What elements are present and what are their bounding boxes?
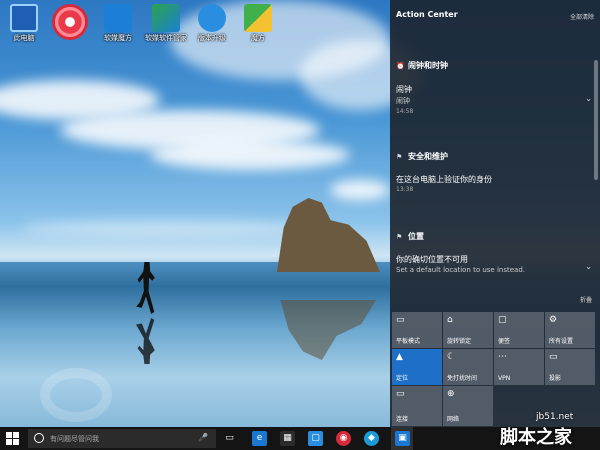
tile-label: 网络 bbox=[447, 416, 460, 423]
moon-icon: ☾ bbox=[447, 352, 456, 362]
notification-group-location[interactable]: ⚑ 位置 bbox=[396, 231, 424, 242]
desktop-icon-label: 魔方 bbox=[251, 34, 265, 42]
tile-tablet-mode[interactable]: ▭ 平板模式 bbox=[392, 312, 442, 348]
tablet-mode-icon: ▭ bbox=[396, 315, 405, 325]
group-header: 闹钟和时钟 bbox=[408, 61, 448, 70]
cloud bbox=[20, 220, 320, 236]
notification-group-security[interactable]: ⚑ 安全和维护 bbox=[396, 151, 448, 162]
tile-label: VPN bbox=[498, 375, 511, 382]
tile-label: 所有设置 bbox=[549, 338, 574, 345]
start-button[interactable] bbox=[6, 432, 20, 446]
flag-icon: ⚑ bbox=[396, 233, 403, 241]
group-header: 位置 bbox=[408, 232, 424, 241]
tile-label: 平板模式 bbox=[396, 338, 421, 345]
software-manager-icon bbox=[152, 4, 180, 32]
action-center-title: Action Center bbox=[396, 10, 458, 19]
tile-label: 连接 bbox=[396, 416, 409, 423]
notification-group-alarms[interactable]: ⏰ 闹钟和时钟 bbox=[396, 60, 448, 71]
tile-vpn[interactable]: ⋯ VPN bbox=[494, 349, 544, 385]
app-blue-icon[interactable]: ▢ bbox=[308, 431, 323, 446]
windows-logo-icon bbox=[13, 439, 19, 445]
notification-title[interactable]: 在这台电脑上验证你的身份 bbox=[396, 174, 492, 185]
store-icon[interactable]: ▦ bbox=[280, 431, 295, 446]
notification-subtitle: Set a default location to use instead. bbox=[396, 266, 525, 274]
rotation-lock-icon: ⌂ bbox=[447, 315, 453, 325]
desktop-icon-label: 此电脑 bbox=[13, 34, 35, 42]
win10-upgrade-icon bbox=[198, 4, 226, 32]
desktop-icon-label: 版本升级 bbox=[198, 34, 226, 42]
edge-icon[interactable]: e bbox=[252, 431, 267, 446]
tile-location[interactable]: ▲ 定位 bbox=[392, 349, 442, 385]
microphone-icon[interactable]: 🎤 bbox=[198, 433, 208, 442]
chevron-down-icon[interactable]: ⌄ bbox=[585, 94, 592, 103]
cloud bbox=[150, 140, 350, 170]
tile-all-settings[interactable]: ⚙ 所有设置 bbox=[545, 312, 595, 348]
group-header: 安全和维护 bbox=[408, 152, 448, 161]
flag-icon: ⚑ bbox=[396, 153, 403, 161]
tile-label: 定位 bbox=[396, 375, 409, 382]
tile-network[interactable]: ⊕ 网络 bbox=[443, 386, 493, 426]
collapse-link[interactable]: 折叠 bbox=[580, 295, 592, 304]
tile-label: 旋转锁定 bbox=[447, 338, 472, 345]
desktop-icon-windows-helper[interactable]: 软媒魔方 bbox=[94, 4, 142, 43]
scrollbar-thumb[interactable] bbox=[594, 60, 598, 180]
notification-title[interactable]: 你的确切位置不可用 bbox=[396, 254, 468, 265]
windows-logo-icon bbox=[13, 432, 19, 438]
red-circle-icon bbox=[52, 4, 88, 40]
cloud bbox=[330, 180, 390, 200]
action-center-app-icon[interactable]: ▣ bbox=[395, 431, 410, 446]
windows-helper-icon bbox=[104, 4, 132, 32]
tile-project[interactable]: ▭ 投影 bbox=[545, 349, 595, 385]
desktop-icon-app[interactable]: 魔方 bbox=[234, 4, 282, 43]
tile-quiet-hours[interactable]: ☾ 免打扰时间 bbox=[443, 349, 493, 385]
desktop-icon-win10-upgrade[interactable]: 版本升级 bbox=[188, 4, 236, 43]
app-icon bbox=[244, 4, 272, 32]
circle-watermark-icon bbox=[40, 368, 112, 422]
app-cyan-icon[interactable]: ◆ bbox=[364, 431, 379, 446]
desktop-icon-this-pc[interactable]: 此电脑 bbox=[0, 4, 48, 43]
tile-label: 免打扰时间 bbox=[447, 375, 478, 382]
watermark-url: jb51.net bbox=[536, 412, 574, 422]
gear-icon: ⚙ bbox=[549, 315, 558, 325]
rock-formation bbox=[276, 198, 380, 272]
task-view-icon[interactable]: ▭ bbox=[222, 431, 237, 446]
search-placeholder: 有问题尽管问我 bbox=[50, 435, 99, 443]
notification-subtitle: 闹钟 bbox=[396, 97, 410, 105]
note-icon: ▢ bbox=[498, 315, 507, 325]
tile-connect[interactable]: ▭ 连接 bbox=[392, 386, 442, 426]
desktop-icon-label: 软媒魔方 bbox=[104, 34, 132, 42]
notification-title[interactable]: 闹钟 bbox=[396, 84, 412, 95]
vpn-icon: ⋯ bbox=[498, 352, 507, 362]
clear-all-link[interactable]: 全部清除 bbox=[570, 12, 594, 21]
watermark-text: 脚本之家 bbox=[500, 427, 572, 448]
tile-label: 投影 bbox=[549, 375, 562, 382]
cortana-search-box[interactable]: 有问题尽管问我 🎤 bbox=[28, 429, 216, 448]
notification-time: 13:38 bbox=[396, 186, 414, 193]
notification-time: 14:58 bbox=[396, 108, 414, 115]
desktop-icon-software-manager[interactable]: 软媒软件管家 bbox=[142, 4, 190, 43]
project-icon: ▭ bbox=[549, 352, 558, 362]
connect-icon: ▭ bbox=[396, 389, 405, 399]
app-red-icon[interactable]: ◉ bbox=[336, 431, 351, 446]
chevron-down-icon[interactable]: ⌄ bbox=[585, 262, 592, 271]
cortana-icon bbox=[34, 433, 44, 443]
this-pc-icon bbox=[10, 4, 38, 32]
desktop-icon-label: 软媒软件管家 bbox=[145, 34, 187, 42]
windows-logo-icon bbox=[6, 439, 12, 445]
alarm-clock-icon: ⏰ bbox=[396, 62, 405, 70]
tile-label: 便签 bbox=[498, 338, 511, 345]
desktop-icon-red[interactable] bbox=[46, 4, 94, 42]
windows-logo-icon bbox=[6, 432, 12, 438]
tile-rotation-lock[interactable]: ⌂ 旋转锁定 bbox=[443, 312, 493, 348]
tile-note[interactable]: ▢ 便签 bbox=[494, 312, 544, 348]
location-icon: ▲ bbox=[396, 352, 403, 362]
network-icon: ⊕ bbox=[447, 389, 455, 399]
